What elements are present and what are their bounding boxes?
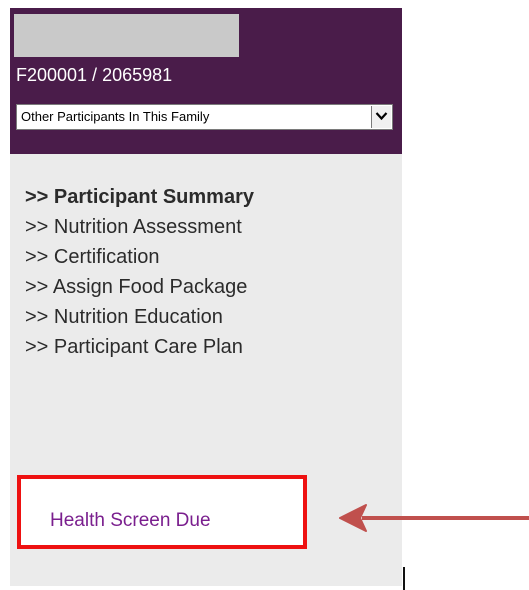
- text-cursor: [403, 567, 405, 590]
- annotation-arrow-icon: [339, 504, 529, 532]
